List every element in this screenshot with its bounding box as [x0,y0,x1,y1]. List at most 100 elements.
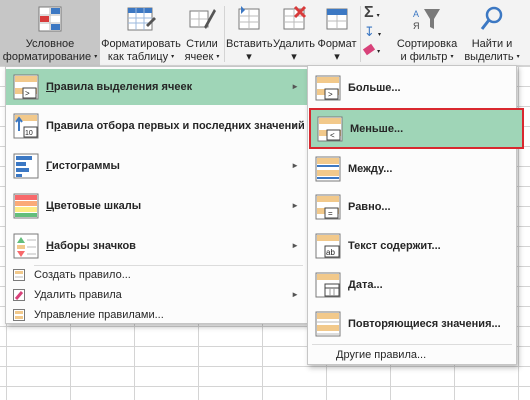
submenu-item-date-occurring[interactable]: Дата... [308,266,516,304]
format-as-table-icon [126,5,156,37]
insert-button[interactable]: Вставить ▾ [226,0,273,66]
ribbon-separator [360,6,361,62]
clear-rules-label: Удалить правила [34,289,122,301]
new-rule-label: Создать правило... [34,269,131,281]
format-cells-icon [324,5,350,37]
duplicate-values-label: Повторяющиеся значения... [348,318,501,330]
text-contains-label: Текст содержит... [348,240,441,252]
submenu-item-greater-than[interactable]: > Больше... [308,69,516,107]
fill-down-icon: ↧ [364,24,375,39]
submenu-arrow-icon: ► [291,161,299,170]
delete-caret: ▾ [291,51,297,63]
ribbon: Условное форматирование ▾ Форматировать … [0,0,530,66]
menu-item-clear-rules[interactable]: Удалить правила ► [6,286,307,305]
eraser-icon [362,43,376,56]
between-label: Между... [348,163,393,175]
cell-styles-line2: ячеек ▾ [184,51,220,63]
menu-item-icon-sets[interactable]: Наборы значков ► [6,227,307,265]
clear-button[interactable]: ▾ [362,43,394,62]
menu-item-top-bottom-rules[interactable]: 10 Правила отбора первых и последних зна… [6,107,307,145]
svg-text:>: > [328,90,333,99]
svg-text:<: < [330,131,335,140]
format-as-table-line1: Форматировать [101,38,181,50]
menu-item-manage-rules[interactable]: Управление правилами... [6,306,307,325]
conditional-formatting-button[interactable]: Условное форматирование ▾ [0,0,100,66]
highlight-cells-rules-icon: > [13,74,39,103]
svg-text:>: > [25,89,30,98]
submenu-item-between[interactable]: Между... [308,150,516,188]
highlight-cells-rules-submenu: > Больше... < Меньше... Между... = Равно… [307,65,524,365]
svg-text:A: A [413,9,419,19]
menu-item-new-rule[interactable]: Создать правило... [6,266,307,285]
data-bars-icon [13,153,39,182]
duplicate-values-icon [315,311,341,340]
submenu-item-less-than[interactable]: < Меньше... [309,108,524,149]
menu-item-color-scales[interactable]: Цветовые шкалы ► [6,187,307,225]
conditional-formatting-menu: > Правила выделения ячеек ► 10 Правила о… [5,66,308,324]
ribbon-separator [224,6,225,62]
format-button[interactable]: Формат ▾ [316,0,358,66]
menu-item-data-bars[interactable]: Гистограммы ► [6,147,307,185]
insert-cells-icon [236,5,262,37]
conditional-formatting-icon [37,5,63,37]
autosum-button[interactable]: Σ ▾ [364,4,394,22]
conditional-formatting-line2: форматирование ▾ [2,51,98,63]
date-calendar-icon [315,272,341,301]
highlight-cells-rules-label: Правила выделения ячеек [46,81,193,93]
find-select-line2: выделить ▾ [464,51,520,63]
submenu-arrow-icon: ► [291,241,299,250]
sort-filter-icon: A Я [412,5,442,37]
submenu-item-more-rules[interactable]: Другие правила... [308,345,516,365]
format-as-table-button[interactable]: Форматировать как таблицу ▾ [101,0,181,66]
top-bottom-rules-icon: 10 [13,113,39,142]
menu-item-highlight-cells-rules[interactable]: > Правила выделения ячеек ► [6,69,307,105]
submenu-item-duplicate-values[interactable]: Повторяющиеся значения... [308,304,516,344]
greater-than-label: Больше... [348,82,401,94]
greater-than-icon: > [315,75,341,104]
insert-label: Вставить [226,38,273,50]
format-label: Формат [317,38,357,50]
svg-text:Я: Я [413,21,420,31]
svg-text:=: = [328,209,333,218]
sort-filter-button[interactable]: A Я Сортировка и фильтр ▾ [394,0,460,66]
format-caret: ▾ [334,51,340,63]
sigma-icon: Σ [364,4,374,21]
submenu-arrow-icon: ► [291,201,299,210]
less-than-label: Меньше... [350,123,404,135]
find-magnifier-icon [479,5,505,37]
color-scales-icon [13,193,39,222]
format-as-table-line2: как таблицу ▾ [107,51,175,63]
delete-cells-icon [281,5,307,37]
submenu-arrow-icon: ► [291,82,299,91]
equal-to-icon: = [315,194,341,223]
sort-filter-line1: Сортировка [396,38,458,50]
icon-sets-label: Наборы значков [46,240,136,252]
between-icon [315,156,341,185]
svg-text:10: 10 [25,130,33,137]
cell-styles-line1: Стили [186,38,218,50]
color-scales-label: Цветовые шкалы [46,200,142,212]
submenu-item-text-contains[interactable]: ab Текст содержит... [308,226,516,266]
new-rule-icon [13,269,25,284]
less-than-icon: < [317,116,343,145]
icon-sets-icon [13,233,39,262]
date-label: Дата... [348,279,383,291]
sort-filter-line2: и фильтр ▾ [400,51,454,63]
insert-caret: ▾ [246,51,252,63]
top-bottom-rules-label: Правила отбора первых и последних значен… [46,120,305,132]
submenu-arrow-icon: ► [291,290,299,299]
cell-styles-button[interactable]: Стили ячеек ▾ [182,0,222,66]
text-contains-icon: ab [315,233,341,262]
submenu-item-equal-to[interactable]: = Равно... [308,188,516,226]
more-rules-label: Другие правила... [336,349,427,361]
delete-button[interactable]: Удалить ▾ [272,0,316,66]
svg-text:ab: ab [326,248,335,257]
equal-to-label: Равно... [348,201,391,213]
manage-rules-label: Управление правилами... [34,309,164,321]
manage-rules-icon [13,309,25,324]
find-select-line1: Найти и [471,38,513,50]
data-bars-label: Гистограммы [46,160,120,172]
find-select-button[interactable]: Найти и выделить ▾ [462,0,522,66]
delete-label: Удалить [273,38,315,50]
fill-button[interactable]: ↧ ▾ [364,24,394,42]
